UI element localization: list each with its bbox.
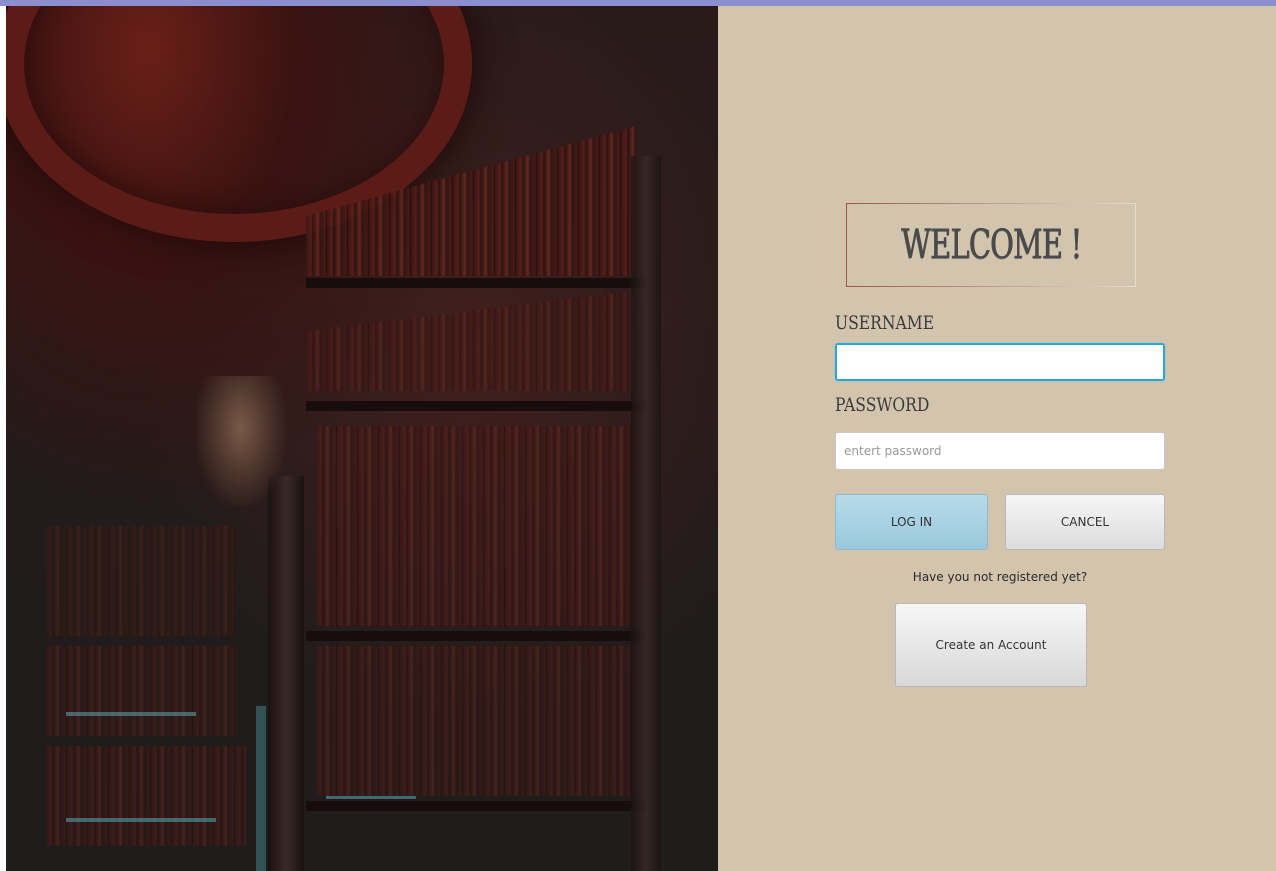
welcome-banner: WELCOME !: [846, 203, 1136, 287]
cancel-button[interactable]: CANCEL: [1005, 494, 1165, 550]
login-window: WELCOME ! USERNAME PASSWORD LOG IN CANCE…: [0, 0, 1276, 871]
welcome-title: WELCOME !: [900, 222, 1082, 268]
shelf-light: [66, 712, 196, 716]
shelf-divider: [306, 278, 646, 288]
left-bookshelf: [46, 746, 246, 846]
library-background-image: [6, 6, 718, 871]
login-panel: WELCOME ! USERNAME PASSWORD LOG IN CANCE…: [718, 6, 1276, 871]
username-label: USERNAME: [835, 312, 935, 334]
pillar-light: [256, 706, 266, 871]
register-prompt: Have you not registered yet?: [912, 570, 1088, 584]
pillar: [631, 156, 661, 871]
create-account-button[interactable]: Create an Account: [895, 603, 1087, 687]
shelf-divider: [306, 631, 646, 641]
bottom-bookshelf: [316, 646, 636, 796]
password-input[interactable]: [835, 432, 1165, 470]
shelf-divider: [306, 801, 646, 811]
shelf-divider: [306, 401, 646, 411]
left-bookshelf: [46, 526, 236, 636]
shelf-light: [66, 818, 216, 822]
login-button[interactable]: LOG IN: [835, 494, 988, 550]
column-capital: [196, 376, 286, 506]
pillar: [268, 476, 304, 871]
shelf-light: [326, 796, 416, 799]
lower-bookshelf: [316, 426, 636, 626]
left-bookshelf: [46, 646, 236, 736]
username-input[interactable]: [835, 343, 1165, 381]
middle-bookshelf: [306, 291, 636, 391]
password-label: PASSWORD: [835, 394, 930, 416]
